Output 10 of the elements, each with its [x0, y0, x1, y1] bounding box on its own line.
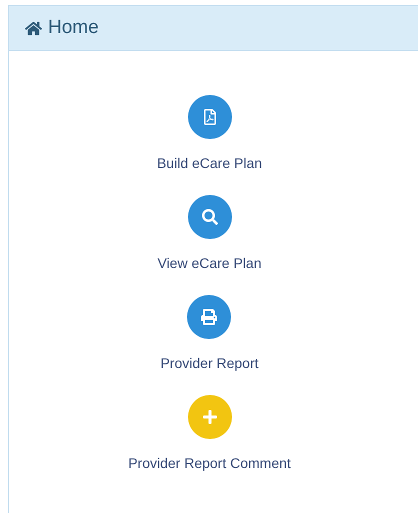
- printer-icon: [201, 309, 218, 325]
- action-link[interactable]: View eCare Plan: [157, 195, 262, 295]
- action-link[interactable]: Provider Report Comment: [128, 395, 291, 495]
- action-link[interactable]: Provider Report: [160, 295, 259, 395]
- search-icon: [202, 209, 218, 225]
- panel-title: Home: [48, 16, 99, 40]
- pdf-file-icon: [202, 109, 218, 125]
- plus-icon: [202, 409, 218, 425]
- action-link[interactable]: Build eCare Plan: [156, 95, 262, 195]
- home-icon: [25, 20, 42, 36]
